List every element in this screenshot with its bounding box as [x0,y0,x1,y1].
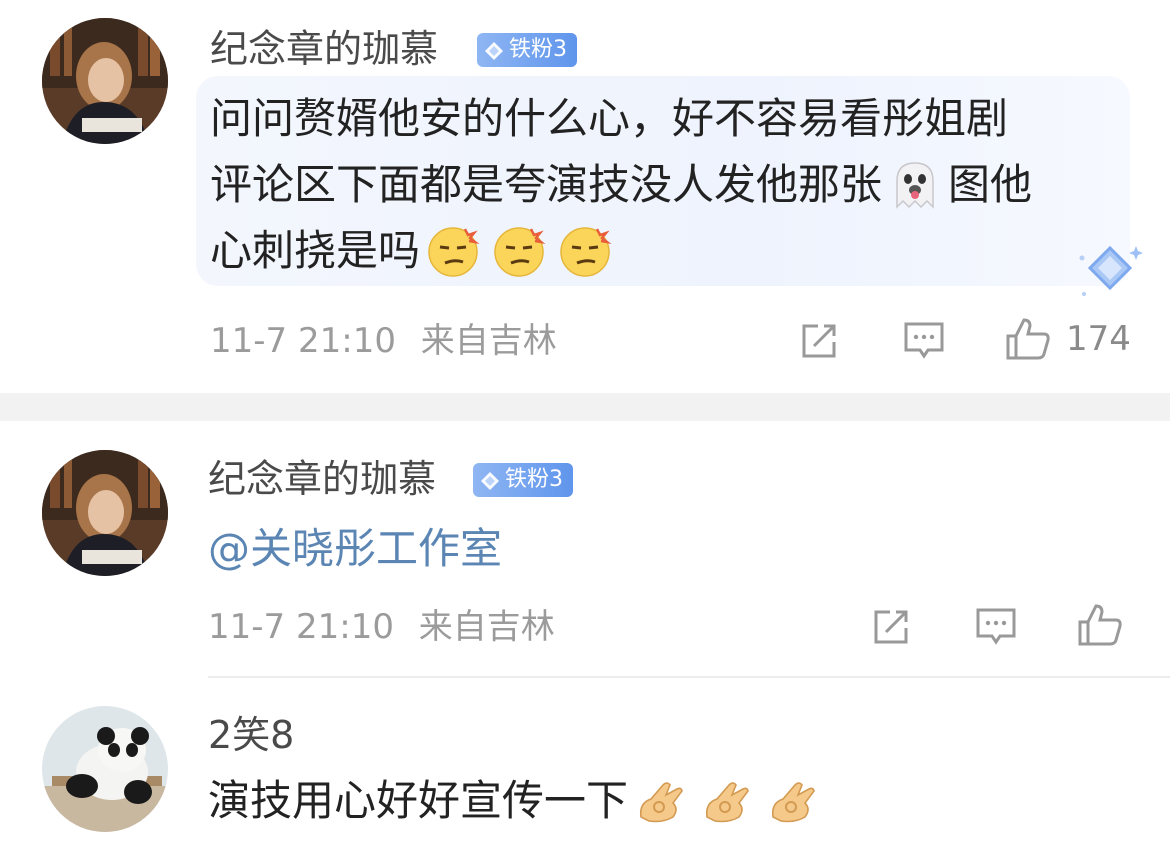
comment-text: 问问赘婿他安的什么心，好不容易看彤姐剧 评论区下面都是夸演技没人发他那张 图他 … [210,86,1032,284]
share-button[interactable] [870,606,912,648]
diamond-icon [479,469,501,491]
text-row: 演技用心好好宣传一下 [208,776,629,825]
like-button[interactable] [1076,602,1124,648]
badge-label: 铁粉3 [505,467,563,492]
badge-label: 铁粉3 [509,37,567,62]
avatar[interactable] [42,706,168,832]
smirk-emoji [425,223,481,279]
avatar[interactable] [42,18,168,144]
text-row: 图他 [948,160,1033,209]
thumbs-up-icon [1078,604,1122,646]
like-button[interactable]: 174 [1004,316,1131,362]
diamond-decoration-icon [1074,240,1146,304]
text-row: 问问赘婿他安的什么心，好不容易看彤姐剧 [210,94,1009,143]
mention-link[interactable]: @关晓彤工作室 [208,516,502,582]
ghost-tongue-emoji [887,157,943,213]
comment-button[interactable] [902,320,946,362]
ok-hand-emoji [699,773,755,829]
like-count: 174 [1066,319,1131,359]
ok-hand-emoji [765,773,821,829]
ok-hand-emoji [633,773,689,829]
username[interactable]: 2笑8 [208,716,294,754]
comment-divider [208,676,1170,678]
fan-badge[interactable]: 铁粉3 [477,33,577,67]
text-row: 评论区下面都是夸演技没人发他那张 [210,160,883,209]
diamond-icon [483,39,505,61]
comment-meta: 11-7 21:10 来自吉林 [208,610,555,644]
comment-text: 演技用心好好宣传一下 [208,768,826,834]
share-button[interactable] [798,320,840,362]
timestamp: 11-7 21:10 [210,321,396,361]
smirk-emoji [557,223,613,279]
share-icon [802,324,836,358]
location: 来自吉林 [418,607,555,647]
fan-badge[interactable]: 铁粉3 [473,463,573,497]
share-icon [874,610,908,644]
comment-icon [976,608,1016,645]
thumbs-up-icon [1006,318,1050,360]
location: 来自吉林 [420,321,557,361]
avatar[interactable] [42,450,168,576]
timestamp: 11-7 21:10 [208,607,394,647]
username[interactable]: 纪念章的珈慕 [208,460,436,498]
comment-button[interactable] [974,606,1018,648]
smirk-emoji [491,223,547,279]
comment-text: @关晓彤工作室 [208,516,502,582]
section-divider [0,393,1170,421]
username[interactable]: 纪念章的珈慕 [210,30,438,68]
text-row: 心刺挠是吗 [210,226,421,275]
comment-meta: 11-7 21:10 来自吉林 [210,324,557,358]
comment-icon [904,322,944,359]
